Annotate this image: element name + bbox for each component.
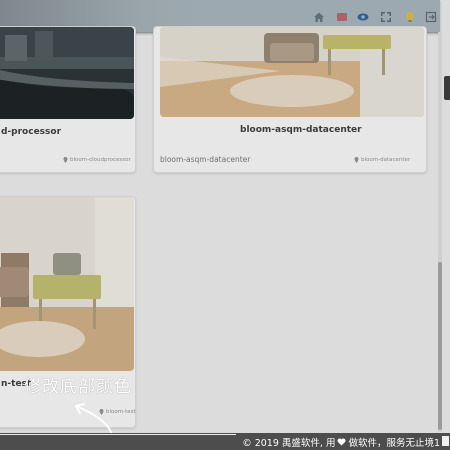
card-image [0, 197, 134, 371]
card-location-text: bloom-datacenter [361, 157, 411, 163]
side-panel-tab[interactable] [444, 76, 450, 100]
bulb-icon[interactable] [403, 10, 417, 24]
card-title: bloom-asqm-datacenter [240, 125, 362, 135]
expand-icon[interactable] [379, 10, 393, 24]
scrollbar-thumb[interactable] [438, 262, 442, 430]
card-image [160, 27, 424, 117]
home-icon[interactable] [312, 10, 326, 24]
footer-suffix: 做软件，服务无止境1 [348, 438, 440, 449]
exit-icon[interactable] [424, 10, 438, 24]
location-pin-icon [354, 157, 359, 163]
footer-prefix: © 2019 禹盛软件, 用 [242, 438, 336, 449]
card-location: bloom-cloudprocessor [63, 157, 131, 163]
location-pin-icon [63, 157, 68, 163]
eye-icon[interactable] [356, 10, 370, 24]
card-title: d-processor [1, 127, 62, 137]
footer-copyright: © 2019 禹盛软件, 用 做软件，服务无止境1 [242, 435, 440, 449]
card-processor[interactable]: d-processor bloom-cloudprocessor [0, 26, 136, 173]
card-datacenter[interactable]: bloom-asqm-datacenter bloom-asqm-datacen… [153, 26, 427, 173]
annotation-label: 修改底部颜色 [24, 377, 132, 397]
card-image [0, 27, 134, 119]
card-location-text: bloom-cloudprocessor [70, 157, 131, 163]
flag-icon[interactable] [335, 10, 349, 24]
heart-icon [337, 438, 346, 446]
card-location: bloom-datacenter [354, 157, 410, 163]
footer-divider [0, 434, 236, 435]
card-subtitle: bloom-asqm-datacenter [160, 155, 251, 164]
corner-indicator [442, 436, 449, 446]
